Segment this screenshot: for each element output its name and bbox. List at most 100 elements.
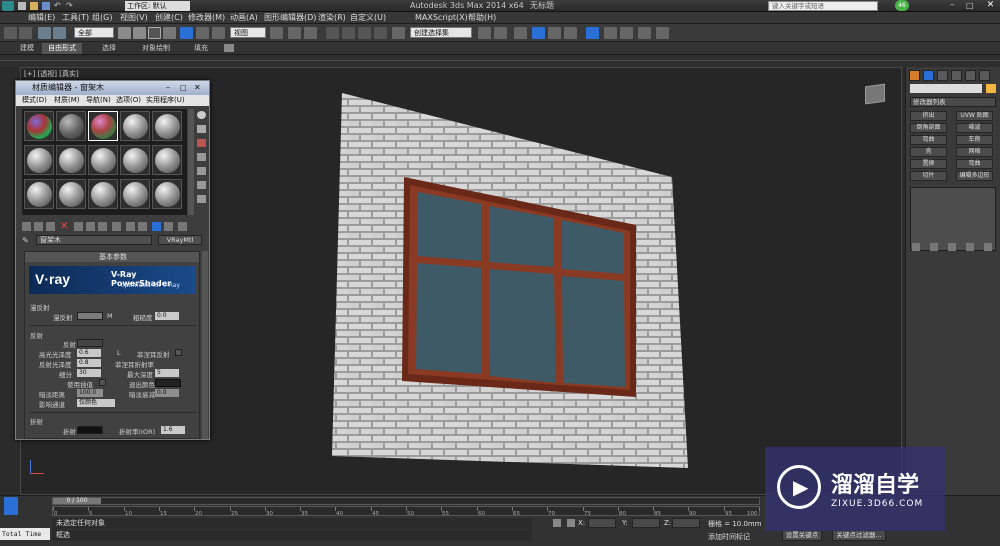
get-material-icon[interactable] [22,222,31,231]
pin-stack-icon[interactable] [912,243,920,251]
wall-with-window[interactable] [300,85,720,475]
edit-named-selection-icon[interactable] [392,27,405,39]
named-selection-set-dropdown[interactable]: 创建选择集 [410,27,472,38]
modifier-button-uvw-map[interactable]: UVW 贴图 [956,111,993,121]
go-to-parent-icon[interactable] [152,222,161,231]
refl-gloss-spinner[interactable]: 0.8 [77,359,101,367]
modifier-button-edit-poly[interactable]: 编辑多边形 [956,171,993,181]
sample-slot[interactable] [120,179,150,209]
material-type-button[interactable]: VRayMtl [158,235,202,245]
sample-slot[interactable] [24,145,54,175]
app-logo-icon[interactable] [2,1,14,11]
select-move-icon[interactable] [180,27,193,39]
exit-color-swatch[interactable] [155,379,181,387]
spinner-snap-icon[interactable] [374,27,387,39]
sample-type-icon[interactable] [197,111,206,119]
reset-map-icon[interactable]: ✕ [60,221,68,232]
pick-from-object-icon[interactable] [178,222,187,231]
lock-l-button[interactable]: L [117,349,121,357]
unlink-icon[interactable] [53,27,66,39]
refract-color-swatch[interactable] [77,426,103,434]
hilight-gloss-spinner[interactable]: 0.6 [77,349,101,357]
mated-menu-modes[interactable]: 模式(D) [22,95,47,106]
put-to-library-icon[interactable] [98,222,107,231]
modifier-button-bevel-profile[interactable]: 倒角剖面 [910,123,947,133]
key-filters-button[interactable]: 关键点过滤器... [832,530,886,541]
material-name-field[interactable]: 窗架木 [36,235,152,245]
snaps-toggle-icon[interactable] [326,27,339,39]
menu-animation[interactable]: 动画(A) [230,12,258,24]
layer-manager-icon[interactable] [514,27,527,39]
select-scale-icon[interactable] [212,27,225,39]
material-editor-close-icon[interactable]: ✕ [194,81,201,95]
menu-customize[interactable]: 自定义(U) [350,12,386,24]
object-color-swatch[interactable] [986,84,996,93]
eyedropper-icon[interactable]: ✎ [22,236,31,245]
motion-tab-icon[interactable] [951,70,962,81]
render-cloud-icon[interactable] [656,27,669,39]
curve-editor-icon[interactable] [548,27,561,39]
dim-falloff-spinner[interactable]: 0.0 [155,389,179,397]
selection-filter-dropdown[interactable]: 全部 [74,27,114,38]
menu-modifiers[interactable]: 修改器(M) [188,12,225,24]
mated-menu-options[interactable]: 选项(O) [116,95,141,106]
tab-populate[interactable]: 填充 [188,43,214,54]
menu-graph-editors[interactable]: 图形编辑器(D) [264,12,316,24]
show-end-result-icon[interactable] [930,243,938,251]
undo-icon[interactable]: ↶ [54,2,62,10]
schematic-view-icon[interactable] [564,27,577,39]
set-key-button[interactable]: 设置关键点 [782,530,822,541]
selection-lock-icon[interactable] [553,519,561,527]
save-file-icon[interactable] [42,2,50,10]
menu-views[interactable]: 视图(V) [120,12,148,24]
create-tab-icon[interactable] [909,70,920,81]
viewport-label[interactable]: [+] [透视] [真实] [24,69,79,79]
render-setup-icon[interactable] [604,27,617,39]
modifier-button-mesh[interactable]: 网格 [956,147,993,157]
sample-slot[interactable] [56,179,86,209]
mated-menu-utilities[interactable]: 实用程序(U) [146,95,185,106]
sample-slot[interactable] [56,111,86,141]
subdivs-spinner[interactable]: 30 [77,369,101,377]
fresnel-checkbox[interactable] [175,349,182,356]
workspace-dropdown[interactable]: 工作区: 默认 [125,1,190,11]
diffuse-color-swatch[interactable] [77,312,103,320]
put-to-scene-icon[interactable] [34,222,43,231]
select-by-name-icon[interactable] [133,27,146,39]
show-shaded-material-icon[interactable] [126,222,135,231]
menu-edit[interactable]: 编辑(E) [28,12,55,24]
new-file-icon[interactable] [18,2,26,10]
background-icon[interactable] [197,139,206,147]
object-name-field[interactable] [910,84,982,93]
time-slider-thumb[interactable]: 0 / 100 [53,498,101,504]
open-file-icon[interactable] [30,2,38,10]
ior-spinner[interactable]: 1.6 [161,426,185,434]
show-end-result-material-icon[interactable] [138,222,147,231]
material-editor-icon[interactable] [586,27,599,39]
menu-create[interactable]: 创建(C) [155,12,183,24]
sample-slot[interactable] [88,179,118,209]
tab-modeling[interactable]: 建模 [14,43,40,54]
minimize-icon[interactable]: – [950,0,955,11]
redo-button-icon[interactable] [19,27,32,39]
mated-menu-navigation[interactable]: 导航(N) [86,95,111,106]
render-production-icon[interactable] [638,27,651,39]
subscription-badge[interactable]: 46 [895,0,909,11]
maximize-icon[interactable]: □ [966,0,974,11]
modifier-button-bend[interactable]: 弯曲 [910,135,947,145]
menu-rendering[interactable]: 渲染(R) [318,12,346,24]
rollout-header[interactable]: 基本参数 [25,252,199,262]
pivot-center-icon[interactable] [270,27,283,39]
copy-material-icon[interactable] [74,222,83,231]
keyboard-shortcut-icon[interactable] [304,27,317,39]
tab-selection[interactable]: 选择 [96,43,122,54]
video-color-check-icon[interactable] [197,167,206,175]
go-forward-sibling-icon[interactable] [164,222,173,231]
select-rotate-icon[interactable] [196,27,209,39]
rectangular-selection-icon[interactable] [148,27,161,39]
align-icon[interactable] [494,27,507,39]
display-tab-icon[interactable] [965,70,976,81]
uv-tiling-icon[interactable] [197,153,206,161]
percent-snap-icon[interactable] [358,27,371,39]
utilities-tab-icon[interactable] [979,70,990,81]
